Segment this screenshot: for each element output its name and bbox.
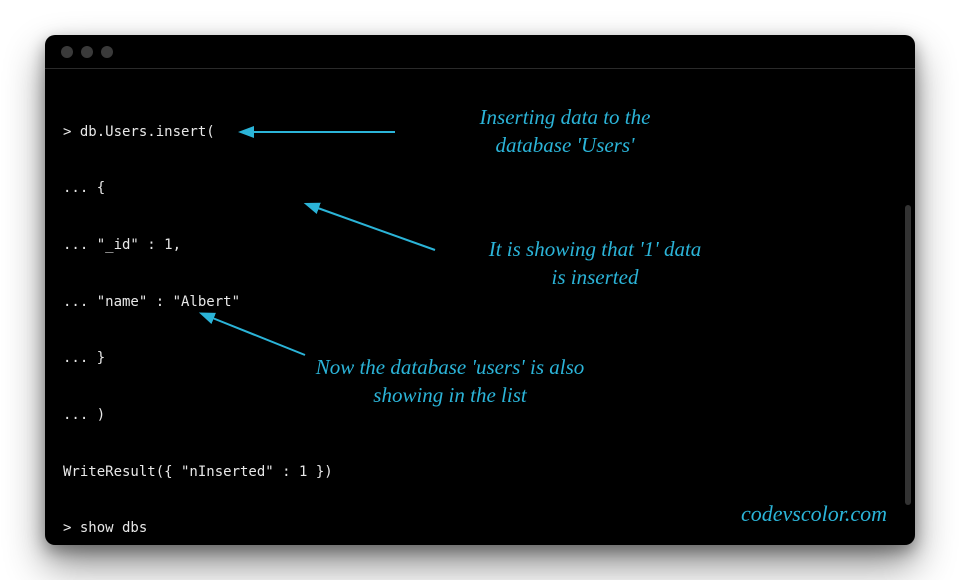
scrollbar[interactable] — [905, 205, 911, 505]
terminal-line: ... "name" : "Albert" — [63, 293, 897, 312]
annotation-showdbs: Now the database 'users' is also showing… — [240, 353, 660, 410]
traffic-light-zoom-icon[interactable] — [101, 46, 113, 58]
annotation-insert: Inserting data to the database 'Users' — [395, 103, 735, 160]
traffic-light-minimize-icon[interactable] — [81, 46, 93, 58]
titlebar — [45, 35, 915, 69]
terminal-window: > db.Users.insert( ... { ... "_id" : 1, … — [45, 35, 915, 545]
annotation-writeresult: It is showing that '1' data is inserted — [430, 235, 760, 292]
traffic-light-close-icon[interactable] — [61, 46, 73, 58]
terminal-line: ... { — [63, 179, 897, 198]
watermark: codevscolor.com — [741, 501, 887, 527]
terminal-line: WriteResult({ "nInserted" : 1 }) — [63, 463, 897, 482]
